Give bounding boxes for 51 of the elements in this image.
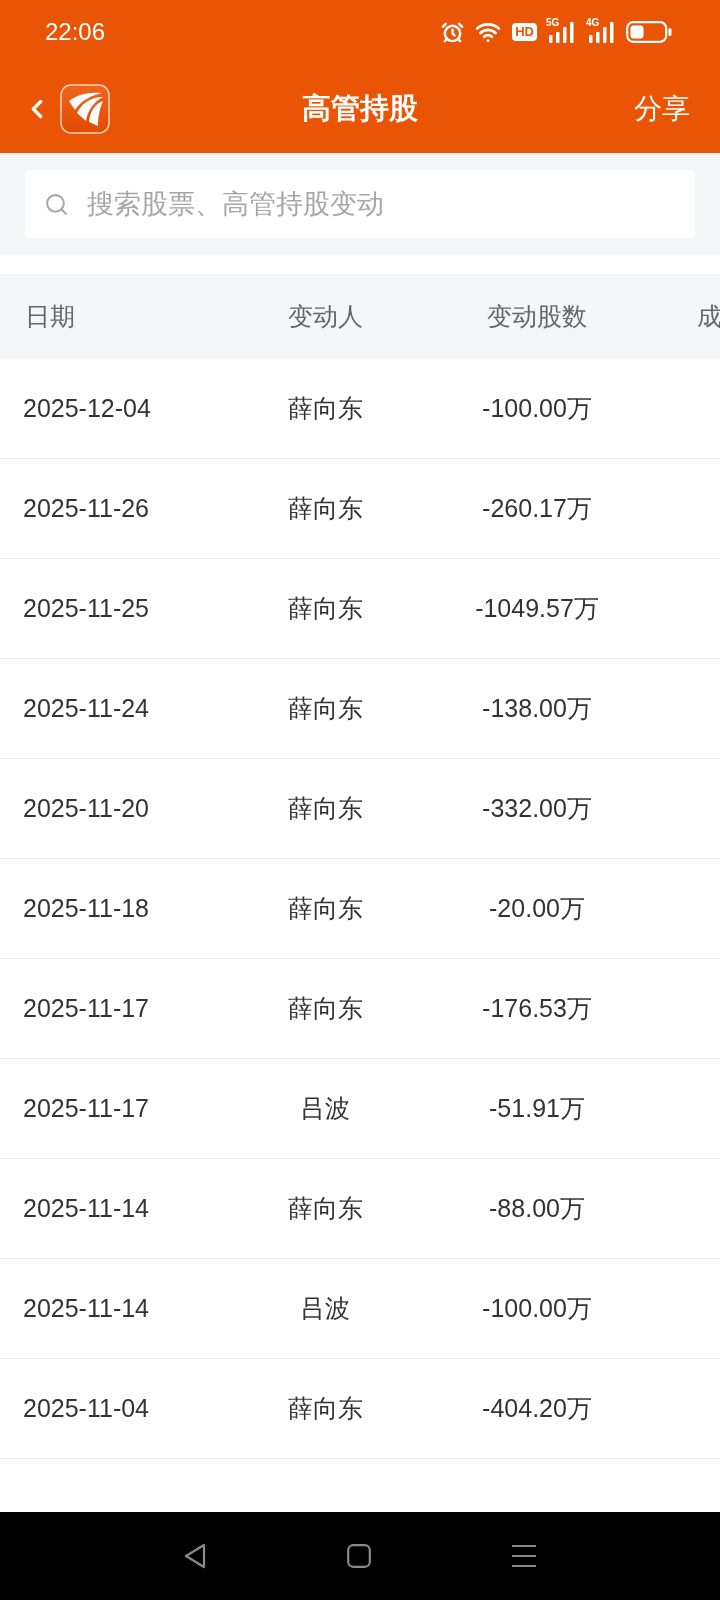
nav-back-button[interactable] <box>183 1543 207 1569</box>
shares-cell-text: -176.53万 <box>482 992 592 1024</box>
person-cell-text: 吕波 <box>300 1292 350 1324</box>
page-title: 高管持股 <box>302 90 418 126</box>
shares-cell-text: -100.00万 <box>482 392 592 424</box>
nav-home-button[interactable] <box>347 1544 371 1568</box>
person-cell-text: 薛向东 <box>287 792 363 824</box>
date-cell: 2025-11-17 <box>23 1093 150 1122</box>
date-cell: 2025-11-04 <box>23 1393 150 1422</box>
date-cell: 2025-11-26 <box>23 493 150 522</box>
column-header: 变动股数 <box>487 300 587 332</box>
person-cell-text: 薛向东 <box>287 892 363 924</box>
shares-cell-text: -100.00万 <box>482 1292 592 1324</box>
date-cell: 2025-11-18 <box>23 893 150 922</box>
shares-cell-text: -138.00万 <box>482 692 592 724</box>
shares-cell-text: -1049.57万 <box>475 592 599 624</box>
person-cell-text: 薛向东 <box>287 1192 363 1224</box>
person-cell-text: 薛向东 <box>287 992 363 1024</box>
back-icon <box>183 1543 207 1569</box>
person-cell-text: 薛向东 <box>287 392 363 424</box>
date-cell: 2025-11-20 <box>23 793 150 822</box>
shares-cell-text: -88.00万 <box>489 1192 585 1224</box>
column-header: 日期 <box>25 301 75 330</box>
battery-icon <box>626 21 672 43</box>
home-icon <box>347 1544 371 1568</box>
column-header: 变动人 <box>287 300 363 332</box>
shares-cell-text: -404.20万 <box>482 1392 592 1424</box>
search-icon <box>44 191 69 217</box>
person-cell-text: 薛向东 <box>287 1392 363 1424</box>
status-time: 22:06 <box>45 17 106 47</box>
shares-cell-text: -20.00万 <box>489 892 585 924</box>
hd-badge: HD <box>512 23 537 41</box>
shares-cell-text: -260.17万 <box>482 492 592 524</box>
date-cell: 2025-11-14 <box>23 1293 150 1322</box>
person-cell-text: 薛向东 <box>287 692 363 724</box>
alarm-icon <box>441 20 465 44</box>
person-cell-text: 吕波 <box>300 1092 350 1124</box>
person-cell-text: 薛向东 <box>287 592 363 624</box>
date-cell: 2025-12-04 <box>23 393 151 422</box>
nav-menu-button[interactable] <box>511 1544 537 1568</box>
date-cell: 2025-11-24 <box>23 693 150 722</box>
date-cell: 2025-11-25 <box>23 593 150 622</box>
date-cell: 2025-11-14 <box>23 1193 150 1222</box>
person-cell-text: 薛向东 <box>287 492 363 524</box>
app-logo-icon <box>60 83 110 134</box>
search-field[interactable]: 搜索股票、高管持股变动 <box>25 170 695 238</box>
share-button[interactable]: 分享 <box>634 87 698 130</box>
shares-cell-text: -51.91万 <box>489 1092 585 1124</box>
date-cell: 2025-11-17 <box>23 993 150 1022</box>
menu-icon <box>511 1544 537 1568</box>
shares-cell-text: -332.00万 <box>482 792 592 824</box>
